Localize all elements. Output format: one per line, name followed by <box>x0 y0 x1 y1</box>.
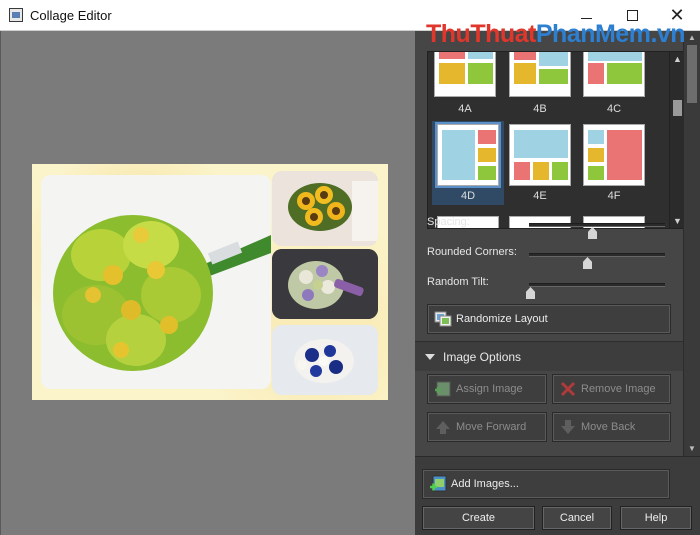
random-tilt-slider-row: Random Tilt: <box>427 274 682 299</box>
maximize-button[interactable] <box>609 0 655 31</box>
minimize-icon <box>580 18 592 19</box>
panel-scroll-thumb[interactable] <box>687 45 697 103</box>
spacing-label: Spacing: <box>427 216 470 228</box>
layout-thumb-4d[interactable] <box>435 122 501 188</box>
collage-photo-purple-bouquet[interactable] <box>272 249 378 319</box>
sunflower-bouquet-image <box>272 171 378 246</box>
window-title: Collage Editor <box>30 8 112 23</box>
randomize-layout-button[interactable]: Randomize Layout <box>427 304 671 334</box>
layout-label-4d: 4D <box>460 190 476 202</box>
bottom-action-bar: Add Images... Create Cancel Help <box>415 456 700 535</box>
layout-thumb-4c[interactable] <box>583 52 645 97</box>
create-button[interactable]: Create <box>422 506 535 530</box>
panel-scroll-up-icon[interactable]: ▲ <box>684 31 700 45</box>
rounded-corners-slider[interactable] <box>529 253 665 269</box>
layout-scroll-thumb[interactable] <box>673 100 682 116</box>
collage-canvas[interactable] <box>0 31 415 535</box>
layout-label-4e: 4E <box>533 190 547 202</box>
image-options-header[interactable]: Image Options <box>415 341 683 371</box>
layout-chooser[interactable]: 4A 4B 4C 4D 4E 4F ▲ ▼ <box>427 51 685 229</box>
remove-image-label: Remove Image <box>581 383 656 395</box>
layout-thumb-4b[interactable] <box>509 52 571 97</box>
layout-label-4f: 4F <box>607 190 621 202</box>
title-bar: Collage Editor ✕ <box>0 0 700 31</box>
rounded-corners-slider-row: Rounded Corners: <box>427 244 682 269</box>
move-forward-button[interactable]: Move Forward <box>427 412 547 442</box>
blue-white-bouquet-image <box>272 325 378 395</box>
remove-image-icon <box>559 380 577 398</box>
panel-scroll-down-icon[interactable]: ▼ <box>684 442 700 456</box>
collage-photo-blue-white-bouquet[interactable] <box>272 325 378 395</box>
add-images-icon <box>429 475 447 493</box>
add-images-button[interactable]: Add Images... <box>422 469 670 499</box>
collapse-arrow-icon <box>425 354 435 360</box>
remove-image-button[interactable]: Remove Image <box>552 374 671 404</box>
move-back-button[interactable]: Move Back <box>552 412 671 442</box>
panel-scrollbar[interactable]: ▲ ▼ <box>683 31 700 456</box>
close-button[interactable]: ✕ <box>654 0 700 31</box>
minimize-button[interactable] <box>563 0 609 31</box>
layout-thumb-4a[interactable] <box>434 52 496 97</box>
layout-label-4c: 4C <box>606 103 622 115</box>
add-images-label: Add Images... <box>451 478 519 490</box>
randomize-icon <box>434 310 452 328</box>
app-icon <box>9 8 23 22</box>
random-tilt-slider-knob[interactable] <box>526 287 535 299</box>
move-back-label: Move Back <box>581 421 636 433</box>
help-button[interactable]: Help <box>620 506 692 530</box>
collage-photo-sunflower-bouquet[interactable] <box>272 171 378 246</box>
layout-thumb-4e[interactable] <box>509 124 571 186</box>
spacing-slider-knob[interactable] <box>588 227 597 239</box>
assign-image-button[interactable]: Assign Image <box>427 374 547 404</box>
assign-image-label: Assign Image <box>456 383 523 395</box>
options-panel: 4A 4B 4C 4D 4E 4F ▲ ▼ Spacing: Rounded C… <box>415 31 700 535</box>
arrow-down-icon <box>559 418 577 436</box>
rounded-corners-label: Rounded Corners: <box>427 246 517 258</box>
layout-label-4b: 4B <box>533 103 547 115</box>
assign-image-icon <box>434 380 452 398</box>
image-options-title: Image Options <box>443 350 522 364</box>
arrow-up-icon <box>434 418 452 436</box>
move-forward-label: Move Forward <box>456 421 527 433</box>
maximize-icon <box>626 10 638 21</box>
spacing-slider[interactable] <box>529 223 665 239</box>
orchid-bouquet-image <box>41 175 271 389</box>
collage-photo-orchid-bouquet[interactable] <box>41 175 271 389</box>
spacing-slider-row: Spacing: <box>427 214 682 239</box>
cancel-button[interactable]: Cancel <box>542 506 612 530</box>
random-tilt-slider[interactable] <box>526 283 665 299</box>
layout-thumb-4f[interactable] <box>583 124 645 186</box>
layout-label-4a: 4A <box>458 103 472 115</box>
collage-preview[interactable] <box>32 164 388 400</box>
randomize-layout-label: Randomize Layout <box>456 313 548 325</box>
random-tilt-label: Random Tilt: <box>427 276 489 288</box>
purple-bouquet-image <box>272 249 378 319</box>
rounded-corners-slider-knob[interactable] <box>583 257 592 269</box>
